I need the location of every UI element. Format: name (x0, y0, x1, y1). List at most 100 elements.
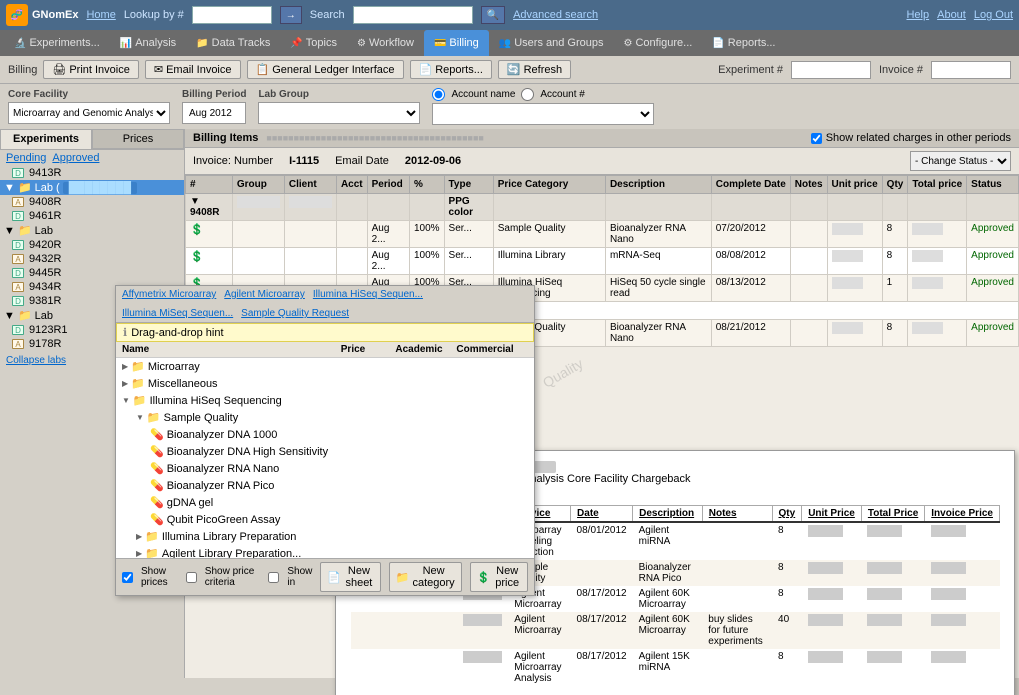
sample-quality-link[interactable]: Sample Quality Request (241, 308, 349, 319)
account-select[interactable] (433, 108, 653, 121)
tab-configure[interactable]: ⚙Configure... (614, 30, 703, 56)
search-button[interactable]: 🔍 (481, 6, 505, 24)
account-name-label: Account name (451, 89, 515, 100)
prices-leaf-icon: 💊 (150, 462, 164, 475)
pending-label[interactable]: Pending (6, 152, 46, 164)
reports-button[interactable]: 📄 Reports... (410, 60, 492, 79)
billing-items-title: Billing Items (193, 132, 258, 144)
prices-tab[interactable]: Prices (92, 129, 184, 149)
tree-item-9432r[interactable]: A 9432R (0, 252, 184, 266)
logout-link[interactable]: Log Out (974, 9, 1013, 21)
prices-item-bio-rna-pico[interactable]: 💊 Bioanalyzer RNA Pico (116, 477, 534, 494)
qty: 8 (772, 649, 802, 686)
row-qty: 1 (882, 275, 908, 302)
row-price-cat: Illumina Library (493, 248, 605, 275)
prices-item-illumina-library[interactable]: ▶ 📁 Illumina Library Preparation (116, 528, 534, 545)
experiment-input[interactable] (791, 61, 871, 79)
about-link[interactable]: About (937, 9, 966, 21)
refresh-button[interactable]: 🔄 Refresh (498, 60, 571, 79)
tree-item-9461r[interactable]: D 9461R (0, 209, 184, 223)
account-name-radio[interactable] (432, 88, 445, 101)
unit-price (802, 649, 862, 686)
tab-experiments[interactable]: 🔬Experiments... (4, 30, 110, 56)
prices-item-agilent-library[interactable]: ▶ 📁 Agilent Library Preparation... (116, 545, 534, 558)
tree-item-9445r[interactable]: D 9445R (0, 266, 184, 280)
prices-item-qubit[interactable]: 💊 Qubit PicoGreen Assay (116, 511, 534, 528)
col-complete-date: Complete Date (711, 176, 790, 194)
tab-billing[interactable]: 💳Billing (424, 30, 489, 56)
tab-topics[interactable]: 📌Topics (280, 30, 347, 56)
tree-item-lab1[interactable]: ▼ 📁 Lab ( ████████ (0, 180, 184, 195)
tree-item-label: 9408R (29, 196, 61, 208)
show-related-checkbox[interactable] (811, 133, 822, 144)
invoice-row[interactable]: Agilent Microarray Analysis 08/17/2012 A… (351, 649, 1000, 686)
help-link[interactable]: Help (906, 9, 929, 21)
illumina-miseq-link[interactable]: Illumina MiSeq Sequen... (122, 308, 233, 319)
service: Agilent Microarray Analysis (508, 649, 570, 686)
show-prices-checkbox[interactable] (122, 572, 133, 583)
table-row[interactable]: 💲 Aug 2... 100% Ser... Sample Quality Bi… (186, 221, 1019, 248)
tree-item-9408r[interactable]: A 9408R (0, 195, 184, 209)
experiments-tab[interactable]: Experiments (0, 129, 92, 149)
gl-interface-button[interactable]: 📋 General Ledger Interface (247, 60, 404, 79)
lab-group-select[interactable] (259, 107, 419, 120)
tab-reports[interactable]: 📄Reports... (702, 30, 785, 56)
print-invoice-button[interactable]: 🖨 Print Invoice (43, 60, 139, 79)
billing-items-blurred: ■■■■■■■■■■■■■■■■■■■■■■■■■■■■■■■■■■■■■■■■ (266, 133, 483, 143)
col-commercial: Commercial (452, 344, 518, 355)
qty: 8 (772, 560, 802, 586)
new-sheet-button[interactable]: 📄 New sheet (320, 562, 380, 592)
row-qty: 8 (882, 248, 908, 275)
prices-item-misc[interactable]: ▶ 📁 Miscellaneous (116, 375, 534, 392)
top-bar: 🧬 GNomEx Home Lookup by # → Search 🔍 Adv… (0, 0, 1019, 30)
illumina-hiseq-link[interactable]: Illumina HiSeq Sequen... (313, 289, 423, 300)
go-button[interactable]: → (280, 6, 302, 24)
row-type: Ser... (444, 248, 493, 275)
row-num: ▼ 9408R (186, 194, 233, 221)
prices-item-sample-quality[interactable]: ▼ 📁 Sample Quality (116, 409, 534, 426)
account-radio[interactable] (521, 88, 534, 101)
lookup-input[interactable] (192, 6, 272, 24)
action-bar-right: Experiment # Invoice # (718, 61, 1011, 79)
home-link[interactable]: Home (86, 9, 115, 21)
prices-item-microarray[interactable]: ▶ 📁 Microarray (116, 358, 534, 375)
tree-item-lab2[interactable]: ▼ 📁 Lab (0, 223, 184, 238)
tree-item-9413r[interactable]: D 9413R (0, 166, 184, 180)
show-in-checkbox[interactable] (268, 572, 279, 583)
lab-group-filter: Lab Group (258, 89, 420, 124)
approved-label[interactable]: Approved (52, 152, 99, 164)
affymetrix-link[interactable]: Affymetrix Microarray (122, 289, 216, 300)
table-row[interactable]: ▼ 9408R PPG color (186, 194, 1019, 221)
advanced-search-link[interactable]: Advanced search (513, 9, 598, 21)
prices-popup-footer: Show prices Show price criteria Show in … (116, 558, 534, 595)
search-input[interactable] (353, 6, 473, 24)
show-price-criteria-checkbox[interactable] (186, 572, 197, 583)
prices-item-bio-dna-1000[interactable]: 💊 Bioanalyzer DNA 1000 (116, 426, 534, 443)
tab-data-tracks[interactable]: 📁Data Tracks (186, 30, 280, 56)
table-row[interactable]: 💲 Aug 2... 100% Ser... Illumina Library … (186, 248, 1019, 275)
req-id (413, 649, 458, 686)
tab-users[interactable]: 👥Users and Groups (489, 30, 614, 56)
req-date (351, 649, 413, 686)
filter-bar: Core Facility Microarray and Genomic Ana… (0, 84, 1019, 129)
tree-item-9420r[interactable]: D 9420R (0, 238, 184, 252)
new-category-button[interactable]: 📁 New category (389, 562, 462, 592)
agilent-link[interactable]: Agilent Microarray (224, 289, 305, 300)
email-invoice-button[interactable]: ✉ Email Invoice (145, 60, 241, 79)
prices-item-bio-dna-high[interactable]: 💊 Bioanalyzer DNA High Sensitivity (116, 443, 534, 460)
prices-item-label: Illumina HiSeq Sequencing (150, 395, 282, 407)
invoice-row[interactable]: Agilent Microarray 08/17/2012 Agilent 60… (351, 612, 1000, 649)
req-id (413, 612, 458, 649)
prices-item-bio-rna-nano[interactable]: 💊 Bioanalyzer RNA Nano (116, 460, 534, 477)
core-facility-select[interactable]: Microarray and Genomic Analys (9, 107, 169, 120)
prices-item-illumina-hiseq[interactable]: ▼ 📁 Illumina HiSeq Sequencing (116, 392, 534, 409)
tab-workflow[interactable]: ⚙Workflow (347, 30, 424, 56)
tab-analysis[interactable]: 📊Analysis (110, 30, 186, 56)
new-price-button[interactable]: 💲 New price (470, 562, 528, 592)
invoice-input[interactable] (931, 61, 1011, 79)
row-description: Bioanalyzer RNA Nano (605, 221, 711, 248)
prices-item-gdna-gel[interactable]: 💊 gDNA gel (116, 494, 534, 511)
tab-billing-label: Billing (449, 37, 478, 49)
change-status-select[interactable]: - Change Status - Approved Pending (910, 151, 1011, 171)
folder-icon: 📁 (145, 547, 159, 558)
